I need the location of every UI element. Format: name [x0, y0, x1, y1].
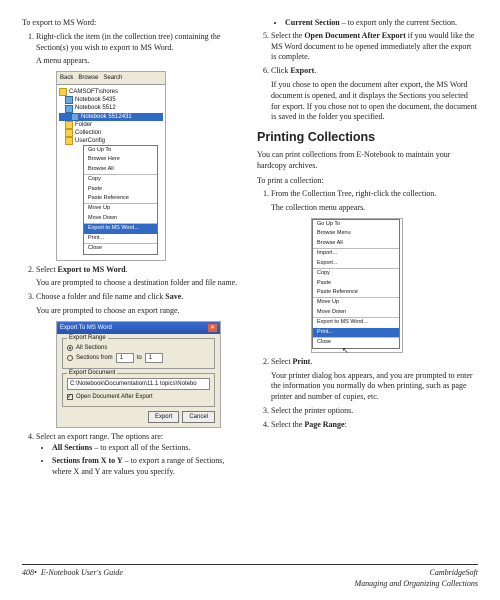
menu-go-up[interactable]: Go Up To — [84, 146, 157, 155]
menu-close[interactable]: Close — [84, 244, 157, 253]
step-2: Select Export to MS Word. You are prompt… — [36, 265, 243, 290]
menu-paste[interactable]: Paste — [84, 185, 157, 194]
collection-tree-figure: Back Browse Search CAMSOFT\shores Notebo… — [56, 71, 166, 260]
menu-move-up[interactable]: Move Up — [313, 298, 399, 307]
menu-move-up[interactable]: Move Up — [84, 204, 157, 213]
tree-body: CAMSOFT\shores Notebook 5435 Notebook 55… — [57, 85, 165, 259]
collection-menu-figure: Go Up To Browse Menu Browse All Import..… — [311, 218, 403, 353]
context-menu: Go Up To Browse Here Browse All Copy Pas… — [83, 145, 158, 255]
export-dialog-figure: Export To MS Word × Export Range All Sec… — [56, 321, 221, 429]
menu-browse-menu[interactable]: Browse Menu — [313, 229, 399, 238]
right-column: Current Section – to export only the cur… — [257, 18, 478, 558]
print-step1-result: The collection menu appears. — [271, 203, 478, 214]
context-menu: Go Up To Browse Menu Browse All Import..… — [312, 219, 400, 348]
menu-paste-ref[interactable]: Paste Reference — [313, 288, 399, 297]
export-options: All Sections – to export all of the Sect… — [36, 443, 243, 477]
tree-item[interactable]: UserConfig — [59, 137, 163, 145]
step-4: Select an export range. The options are:… — [36, 432, 243, 477]
tree-root[interactable]: CAMSOFT\shores — [59, 88, 163, 96]
tree-item[interactable]: Notebook 5435 — [59, 96, 163, 104]
menu-paste-ref[interactable]: Paste Reference — [84, 194, 157, 203]
print-steps: From the Collection Tree, right-click th… — [257, 189, 478, 430]
dialog-body: Export Range All Sections Sections from … — [57, 334, 220, 427]
back-button[interactable]: Back — [60, 74, 73, 82]
step-3: Choose a folder and file name and click … — [36, 292, 243, 428]
page-columns: To export to MS Word: Right-click the it… — [22, 18, 478, 558]
opt-sections-range: Sections from X to Y – to export a range… — [52, 456, 243, 478]
export-button[interactable]: Export — [148, 411, 179, 423]
footer-left: 408• E-Notebook User's Guide — [22, 568, 123, 590]
menu-export-msword[interactable]: Export to MS Word... — [313, 318, 399, 327]
to-spinner[interactable]: 1 — [145, 353, 163, 363]
menu-browse-here[interactable]: Browse Here — [84, 155, 157, 164]
search-button[interactable]: Search — [103, 74, 122, 82]
menu-copy[interactable]: Copy — [84, 175, 157, 184]
from-spinner[interactable]: 1 — [116, 353, 134, 363]
menu-export[interactable]: Export... — [313, 259, 399, 268]
step-5: Select the Open Document After Export if… — [271, 31, 478, 63]
tree-item[interactable]: Collection — [59, 129, 163, 137]
step2-result: You are prompted to choose a destination… — [36, 278, 243, 289]
print-step2-result: Your printer dialog box appears, and you… — [271, 371, 478, 403]
right-steps: Select the Open Document After Export if… — [257, 31, 478, 123]
printing-intro: You can print collections from E-Noteboo… — [257, 150, 478, 172]
heading-printing-collections: Printing Collections — [257, 129, 478, 146]
dialog-buttons: Export Cancel — [62, 411, 215, 423]
dialog-titlebar: Export To MS Word × — [57, 322, 220, 334]
step1-result: A menu appears. — [36, 56, 243, 67]
close-icon[interactable]: × — [208, 324, 217, 332]
path-field[interactable]: C:\Notebook\Documentation\11.1 topics\No… — [67, 378, 210, 390]
menu-browse-all[interactable]: Browse All — [84, 165, 157, 174]
menu-copy[interactable]: Copy — [313, 269, 399, 278]
export-range-group: Export Range All Sections Sections from … — [62, 338, 215, 369]
step3-result: You are prompted to choose an export ran… — [36, 306, 243, 317]
left-steps: Right-click the item (in the collection … — [22, 32, 243, 478]
menu-go-up[interactable]: Go Up To — [313, 220, 399, 229]
print-step-1: From the Collection Tree, right-click th… — [271, 189, 478, 352]
browse-button[interactable]: Browse — [78, 74, 98, 82]
print-step-3: Select the printer options. — [271, 406, 478, 417]
printing-lead: To print a collection: — [257, 176, 478, 187]
menu-import[interactable]: Import... — [313, 249, 399, 258]
open-after-export-checkbox[interactable]: Open Document After Export — [67, 393, 210, 401]
cursor-icon: ↖ — [342, 349, 402, 352]
menu-paste[interactable]: Paste — [313, 279, 399, 288]
radio-all-sections[interactable]: All Sections — [67, 344, 210, 352]
export-options-cont: Current Section – to export only the cur… — [257, 18, 478, 29]
page-footer: 408• E-Notebook User's Guide CambridgeSo… — [22, 564, 478, 590]
print-step-4: Select the Page Range: — [271, 420, 478, 431]
menu-move-down[interactable]: Move Down — [313, 308, 399, 317]
tree-item-selected[interactable]: Notebook 5512431 — [59, 113, 163, 121]
left-column: To export to MS Word: Right-click the it… — [22, 18, 243, 558]
menu-export-msword[interactable]: Export to MS Word... — [84, 224, 157, 233]
intro-text: To export to MS Word: — [22, 18, 243, 29]
footer-right: CambridgeSoft Managing and Organizing Co… — [355, 568, 478, 590]
print-step-2: Select Print. Your printer dialog box ap… — [271, 357, 478, 403]
opt-current-section: Current Section – to export only the cur… — [285, 18, 478, 29]
step6-result: If you chose to open the document after … — [271, 80, 478, 123]
cancel-button[interactable]: Cancel — [182, 411, 215, 423]
tree-item[interactable]: Notebook 5512 — [59, 104, 163, 112]
tree-toolbar: Back Browse Search — [57, 72, 165, 85]
menu-move-down[interactable]: Move Down — [84, 214, 157, 223]
opt-all-sections: All Sections – to export all of the Sect… — [52, 443, 243, 454]
step-6: Click Export. If you chose to open the d… — [271, 66, 478, 123]
menu-browse-all[interactable]: Browse All — [313, 239, 399, 248]
step-1: Right-click the item (in the collection … — [36, 32, 243, 261]
menu-print[interactable]: Print... — [313, 328, 399, 337]
tree-item[interactable]: Folder — [59, 121, 163, 129]
radio-sections-from[interactable]: Sections from 1 to 1 — [67, 353, 210, 363]
export-document-group: Export Document C:\Notebook\Documentatio… — [62, 373, 215, 407]
menu-print[interactable]: Print... — [84, 234, 157, 243]
dialog-title: Export To MS Word — [60, 324, 112, 332]
menu-close[interactable]: Close — [313, 338, 399, 347]
